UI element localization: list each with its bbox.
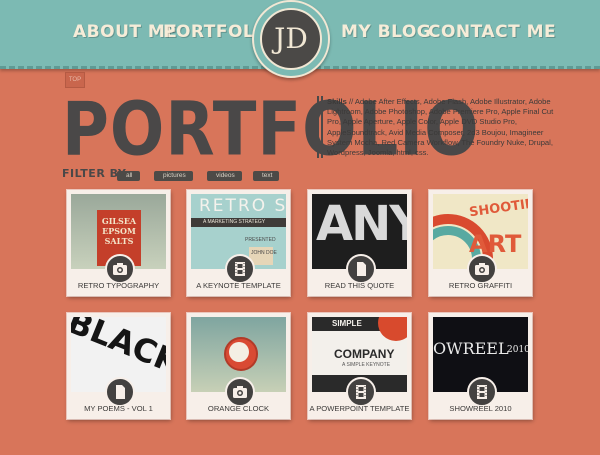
logo-monogram: JD [260, 8, 322, 70]
camera-badge [225, 377, 255, 407]
portfolio-card[interactable]: ORANGE CLOCK [187, 313, 290, 419]
thumb-text: BLACK [71, 317, 166, 382]
film-icon [477, 385, 487, 399]
thumb-text: RETRO SL [199, 196, 286, 216]
title-divider [317, 96, 319, 158]
nav-my-blog[interactable]: MY BLOG [341, 22, 431, 42]
thumb-text: SHOOTING [468, 194, 528, 221]
thumb-subtitle: A SIMPLE KEYNOTE [342, 362, 391, 368]
portfolio-card[interactable]: SHOOTING ART RETRO GRAFFITI [429, 190, 532, 296]
portfolio-card[interactable]: SIMPLE COMPANY A SIMPLE KEYNOTE A POWERP… [308, 313, 411, 419]
thumb-subtitle: 2010 [507, 345, 528, 355]
nav-about-me[interactable]: ABOUT ME [73, 22, 177, 42]
portfolio-card[interactable]: GILSEA EPSOM SALTS RETRO TYPOGRAPHY [67, 190, 170, 296]
filter-tag-all[interactable]: all [117, 171, 140, 181]
document-icon [116, 385, 125, 399]
portfolio-card[interactable]: RETRO SL A MARKETING STRATEGY PRESENTED … [187, 190, 290, 296]
camera-icon [475, 263, 489, 275]
card-title: A POWERPOINT TEMPLATE [309, 404, 410, 413]
thumb-subtitle: A MARKETING STRATEGY [203, 219, 266, 225]
document-badge [346, 254, 376, 284]
thumb-subtitle: JOHN DOE [251, 250, 277, 256]
card-title: RETRO GRAFFITI [448, 281, 513, 290]
thumb-text: GILSEA EPSOM SALTS [101, 216, 137, 246]
film-badge [225, 254, 255, 284]
skills-label: Skills [327, 97, 347, 106]
card-title: READ THIS QUOTE [324, 281, 395, 290]
film-badge [346, 377, 376, 407]
portfolio-card[interactable]: BLACK MY POEMS - VOL 1 [67, 313, 170, 419]
document-icon [357, 262, 366, 276]
document-badge [105, 377, 135, 407]
thumb-text: OWREEL [433, 339, 509, 358]
thumb-text: ANY [316, 196, 407, 252]
filter-tag-text[interactable]: text [253, 171, 280, 181]
card-title: RETRO TYPOGRAPHY [77, 281, 160, 290]
nav-contact-me[interactable]: CONTACT ME [428, 22, 556, 42]
filter-tag-videos[interactable]: videos [207, 171, 242, 181]
skills-text: Skills // Adobe After Effects, Adobe Fla… [327, 97, 555, 158]
thumb-subtitle: PRESENTED [245, 237, 276, 243]
logo[interactable]: JD [252, 0, 330, 78]
title-divider [321, 96, 323, 158]
filter-tag-pictures[interactable]: pictures [154, 171, 193, 181]
thumb-text: SIMPLE [332, 319, 362, 328]
skills-list: // Adobe After Effects, Adobe Flash, Ado… [327, 97, 554, 158]
card-title: MY POEMS - VOL 1 [84, 404, 153, 413]
film-icon [356, 385, 366, 399]
camera-badge [105, 254, 135, 284]
camera-badge [467, 254, 497, 284]
camera-icon [233, 386, 247, 398]
film-icon [235, 262, 245, 276]
card-title: ORANGE CLOCK [207, 404, 270, 413]
card-title: A KEYNOTE TEMPLATE [196, 281, 281, 290]
page-title: PORTFOLIO [62, 88, 480, 174]
camera-icon [113, 263, 127, 275]
card-title: SHOWREEL 2010 [449, 404, 512, 413]
portfolio-card[interactable]: ANY READ THIS QUOTE [308, 190, 411, 296]
thumb-subtitle: COMPANY [334, 347, 395, 361]
top-tab[interactable]: TOP [65, 72, 85, 88]
film-badge [467, 377, 497, 407]
portfolio-card[interactable]: OWREEL 2010 SHOWREEL 2010 [429, 313, 532, 419]
